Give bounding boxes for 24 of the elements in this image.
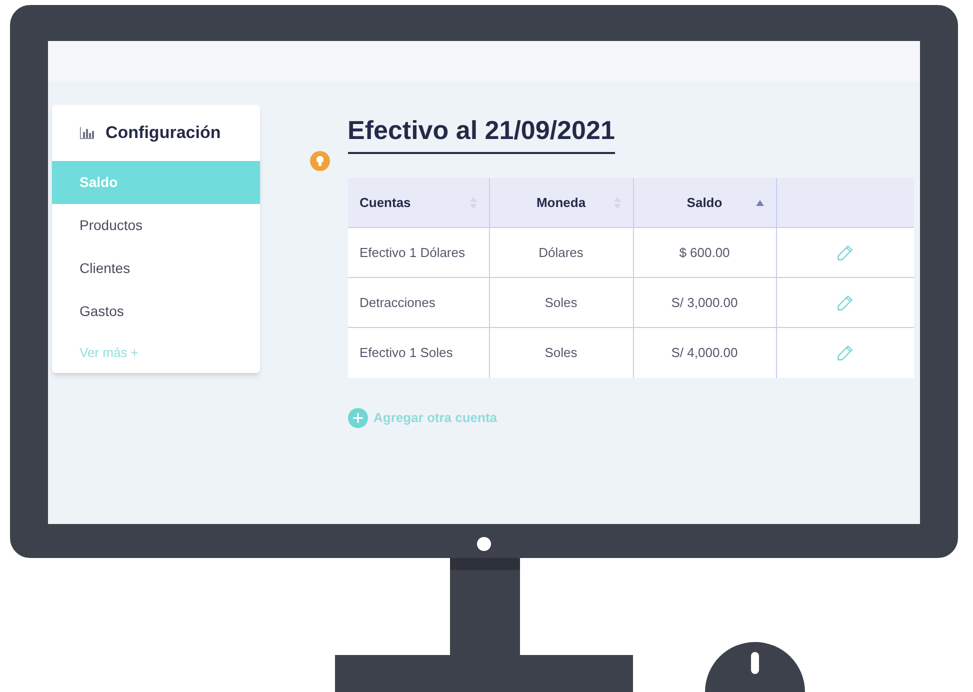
lightbulb-icon[interactable]: [310, 151, 330, 171]
table-cell-text: Efectivo 1 Dólares: [360, 244, 465, 262]
table-cell-text: Detracciones: [360, 294, 436, 312]
page-heading: Efectivo al 21/09/2021: [348, 111, 615, 154]
pencil-icon[interactable]: [836, 344, 854, 362]
table-cell-text: Soles: [544, 344, 578, 362]
sidebar-item[interactable]: Gastos: [52, 290, 260, 333]
table-cell-text: $ 600.00: [679, 244, 730, 262]
table-cell-text: Efectivo 1 Soles: [360, 344, 453, 362]
pencil-icon[interactable]: [836, 294, 854, 312]
table-cell-text: Dólares: [538, 244, 584, 262]
plus-circle-icon: [348, 408, 368, 428]
table-cell-text: S/ 3,000.00: [671, 294, 738, 312]
sidebar-title: Configuración: [106, 122, 221, 144]
pencil-icon[interactable]: [836, 244, 854, 262]
bar-chart-icon: [80, 127, 94, 139]
sidebar-item[interactable]: Productos: [52, 204, 260, 247]
column-header[interactable]: Moneda: [536, 192, 586, 212]
sidebar-item[interactable]: Clientes: [52, 247, 260, 290]
column-header[interactable]: Saldo: [686, 192, 722, 212]
table-cell-text: S/ 4,000.00: [671, 344, 738, 362]
column-header[interactable]: Cuentas: [360, 192, 411, 212]
table-cell-text: Soles: [544, 294, 578, 312]
sort-ascending-icon[interactable]: [756, 200, 764, 206]
